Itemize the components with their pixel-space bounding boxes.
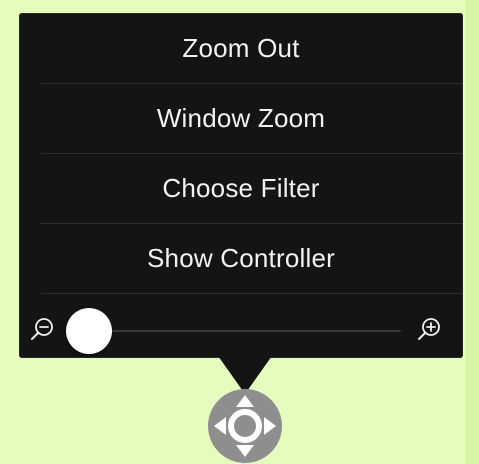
show-controller-button[interactable]: Show Controller: [19, 223, 463, 293]
choose-filter-label: Choose Filter: [162, 172, 320, 203]
zoom-out-magnifier-icon[interactable]: [29, 316, 55, 342]
zoom-menu-popover: Zoom Out Window Zoom Choose Filter Show …: [19, 13, 463, 358]
screen-edge: [465, 0, 479, 464]
menu-divider: [41, 293, 463, 294]
directional-pad-icon[interactable]: [207, 387, 283, 464]
choose-filter-button[interactable]: Choose Filter: [19, 153, 463, 223]
zoom-accessibility-screen: Zoom Out Window Zoom Choose Filter Show …: [0, 0, 479, 464]
zoom-out-button[interactable]: Zoom Out: [19, 13, 463, 83]
zoom-level-slider[interactable]: [101, 330, 401, 332]
window-zoom-button[interactable]: Window Zoom: [19, 83, 463, 153]
zoom-out-label: Zoom Out: [182, 32, 300, 63]
window-zoom-label: Window Zoom: [156, 102, 326, 133]
slider-thumb[interactable]: [66, 308, 112, 354]
show-controller-label: Show Controller: [147, 242, 335, 273]
zoom-in-magnifier-icon[interactable]: [416, 316, 442, 342]
